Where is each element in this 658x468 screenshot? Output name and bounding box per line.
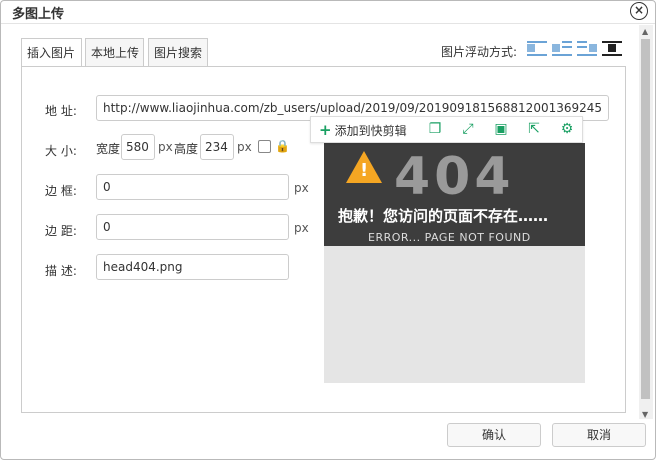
quick-clip-toolbar: + 添加到快剪辑 ❐ ⤢ ▣ ⇱ ⚙ [310,116,583,143]
desc-label: 描 述: [45,264,77,278]
confirm-button[interactable]: 确认 [447,423,541,447]
tab-image-search[interactable]: 图片搜索 [148,38,208,66]
scroll-up-icon[interactable]: ▲ [642,27,648,36]
size-label: 大 小: [45,144,77,158]
height-label: 高度 [174,142,199,156]
settings-icon[interactable]: ⚙ [559,121,575,137]
image-preview: ! 404 抱歉！您访问的页面不存在…… ERROR... PAGE NOT F… [324,143,585,383]
close-icon[interactable]: × [630,2,648,20]
lock-icon: 🔒 [275,139,290,153]
fullscreen-icon[interactable]: ⤢ [460,121,476,137]
preview-404-text: 404 [394,147,515,207]
copy-icon[interactable]: ❐ [427,121,443,137]
float-right-icon[interactable] [577,41,597,57]
width-label: 宽度 [96,142,121,156]
width-input[interactable]: 580 [121,134,155,160]
height-unit: px [237,140,252,154]
float-none-icon[interactable] [527,41,547,57]
dialog-title: 多图上传 [12,7,65,22]
share-icon[interactable]: ⇱ [526,121,542,137]
tab-insert-image[interactable]: 插入图片 [21,38,82,67]
preview-en-text: ERROR... PAGE NOT FOUND [368,231,531,244]
cancel-button[interactable]: 取消 [552,423,646,447]
tab-local-upload[interactable]: 本地上传 [85,38,144,66]
address-label: 地 址: [45,104,77,118]
margin-unit: px [294,221,309,235]
save-icon[interactable]: ▣ [493,121,509,137]
upload-dialog: 多图上传 × ▲ ▼ 插入图片 本地上传 图片搜索 图片浮动方式: 地 址: h… [0,0,656,460]
preview-image: ! 404 抱歉！您访问的页面不存在…… ERROR... PAGE NOT F… [324,143,585,246]
float-mode-label: 图片浮动方式: [441,45,518,59]
scrollbar[interactable]: ▲ ▼ [639,25,653,419]
desc-input[interactable]: head404.png [96,254,289,280]
border-input[interactable]: 0 [96,174,289,200]
plus-icon: + [319,121,332,139]
float-left-icon[interactable] [552,41,572,57]
border-unit: px [294,181,309,195]
add-to-quickclip-button[interactable]: + 添加到快剪辑 [319,121,407,139]
height-input[interactable]: 234 [200,134,234,160]
border-label: 边 框: [45,184,77,198]
lock-ratio-checkbox[interactable] [258,140,271,153]
scroll-down-icon[interactable]: ▼ [642,410,648,419]
scrollbar-thumb[interactable] [641,39,650,399]
add-to-quickclip-label: 添加到快剪辑 [334,124,407,138]
preview-cn-text: 抱歉！您访问的页面不存在…… [338,207,549,225]
margin-label: 边 距: [45,224,77,238]
width-unit: px [158,140,173,154]
margin-input[interactable]: 0 [96,214,289,240]
float-center-icon[interactable] [602,41,622,57]
dialog-titlebar: 多图上传 × [1,1,655,24]
